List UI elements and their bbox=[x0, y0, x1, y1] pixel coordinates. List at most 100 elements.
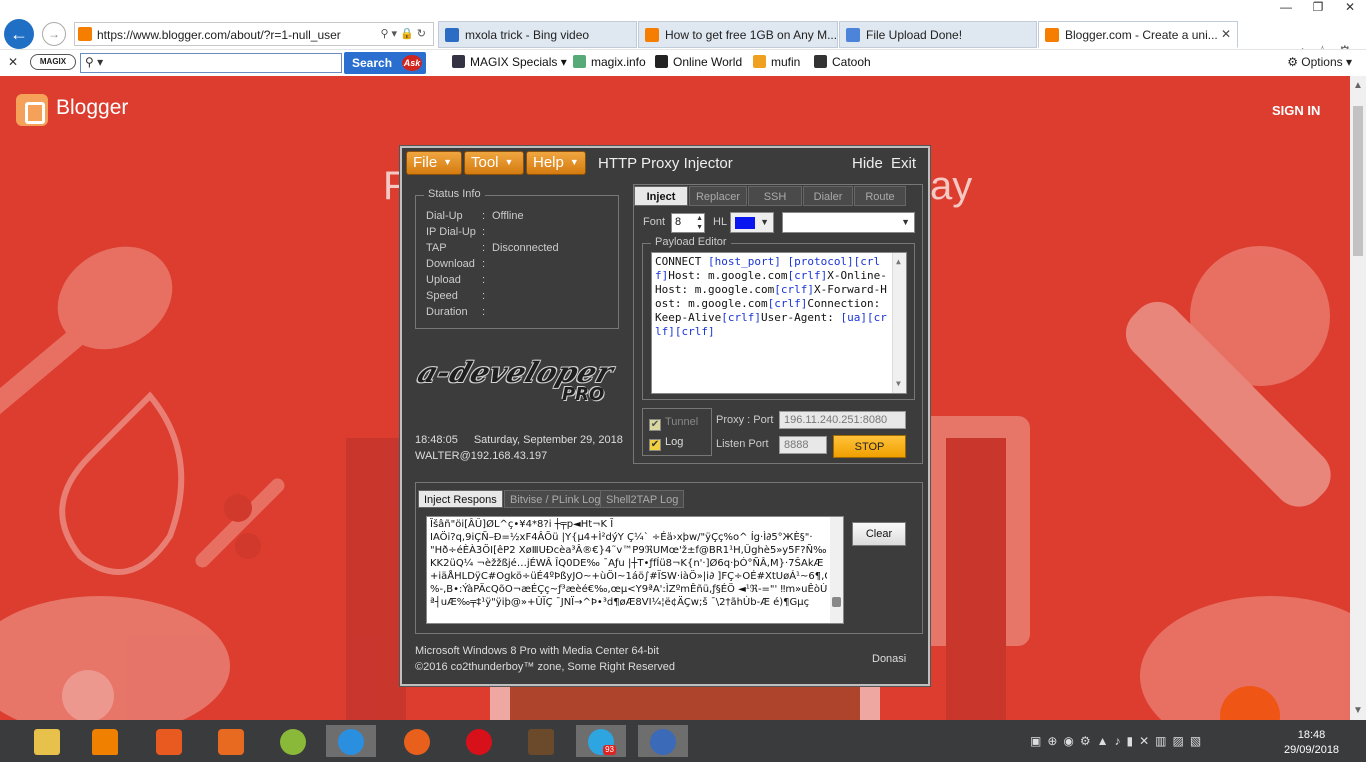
close-tab-icon[interactable]: ✕ bbox=[1221, 27, 1231, 41]
tab-replacer[interactable]: Replacer bbox=[689, 186, 747, 206]
status-info-title: Status Info bbox=[424, 188, 485, 200]
log-checkbox[interactable]: ✔ Log bbox=[649, 436, 683, 451]
sign-in-link[interactable]: SIGN IN bbox=[1272, 103, 1320, 118]
internet-explorer-icon[interactable] bbox=[326, 725, 376, 757]
catooh-link[interactable]: Catooh bbox=[814, 55, 871, 69]
opera-icon[interactable] bbox=[454, 725, 504, 757]
tab-inject-response[interactable]: Inject Respons bbox=[418, 490, 503, 508]
bing-icon bbox=[445, 28, 459, 42]
log-scrollbar[interactable] bbox=[830, 517, 843, 623]
tab-ssh[interactable]: SSH bbox=[748, 186, 802, 206]
scroll-up-icon[interactable]: ▲ bbox=[1353, 80, 1363, 91]
tab-inject[interactable]: Inject bbox=[634, 186, 688, 206]
scroll-thumb[interactable] bbox=[1353, 106, 1363, 256]
status-label: TAP bbox=[426, 242, 447, 254]
search-icon: ⚲ ▾ bbox=[85, 55, 104, 69]
exit-button[interactable]: Exit bbox=[891, 155, 916, 172]
browser-tab-1[interactable]: mxola trick - Bing video bbox=[438, 21, 637, 48]
tab-bitvise-log[interactable]: Bitvise / PLink Log bbox=[504, 490, 607, 508]
proxy-injector-icon[interactable] bbox=[638, 725, 688, 757]
window-controls: — ❐ ✕ bbox=[1270, 0, 1366, 18]
telegram-icon[interactable]: 93 bbox=[576, 725, 626, 757]
tunnel-checkbox[interactable]: ✔ Tunnel bbox=[649, 416, 698, 431]
address-url[interactable]: https://www.blogger.com/about/?r=1-null_… bbox=[97, 28, 357, 42]
stepper-arrows-icon[interactable]: ▲ ▼ bbox=[696, 214, 703, 232]
close-icon[interactable]: ✕ bbox=[1334, 0, 1366, 14]
capture-icon[interactable] bbox=[206, 725, 256, 757]
browser-tab-3[interactable]: File Upload Done! bbox=[839, 21, 1037, 48]
status-label: Download bbox=[426, 258, 475, 270]
vlc-icon[interactable] bbox=[80, 725, 130, 757]
clear-button[interactable]: Clear bbox=[852, 522, 906, 546]
payload-scrollbar[interactable]: ▲ ▼ bbox=[892, 253, 906, 393]
toolbar-search-input[interactable]: ⚲ ▾ bbox=[80, 53, 342, 73]
tool-menu[interactable]: Tool ▼ bbox=[464, 151, 524, 175]
tab-route[interactable]: Route bbox=[854, 186, 906, 206]
magix-info-link[interactable]: magix.info bbox=[573, 55, 646, 69]
color-swatch bbox=[735, 217, 755, 229]
link-label: magix.info bbox=[591, 55, 646, 69]
help-menu[interactable]: Help ▼ bbox=[526, 151, 586, 175]
magix-specials-link[interactable]: MAGIX Specials ▾ bbox=[452, 55, 567, 69]
address-bar[interactable]: https://www.blogger.com/about/?r=1-null_… bbox=[74, 22, 434, 46]
payload-editor[interactable]: CONNECT [host_port] [protocol][crlf]Host… bbox=[651, 252, 907, 394]
mufin-link[interactable]: mufin bbox=[753, 55, 800, 69]
blogger-logo-icon[interactable] bbox=[16, 94, 48, 126]
scroll-down-icon[interactable]: ▼ bbox=[1353, 705, 1363, 716]
status-value: Disconnected bbox=[492, 242, 559, 254]
listen-port-input[interactable]: 8888 bbox=[779, 436, 827, 454]
log-line: Ĭšâñ"öi[ÂÛ]ØL^ç•¥4*8?i ┼╤p◄Ht¬K Ĭ bbox=[430, 519, 614, 530]
donasi-link[interactable]: Donasi bbox=[872, 653, 906, 665]
online-world-link[interactable]: Online World bbox=[655, 55, 742, 69]
font-size-stepper[interactable]: 8 ▲ ▼ bbox=[671, 213, 705, 233]
chevron-down-icon: ▼ bbox=[901, 217, 910, 227]
proxy-port-input[interactable]: 196.11.240.251:8080 bbox=[779, 411, 906, 429]
highlight-color-select[interactable]: ▼ bbox=[730, 212, 774, 233]
scroll-thumb[interactable] bbox=[832, 597, 841, 607]
file-menu[interactable]: File ▼ bbox=[406, 151, 462, 175]
menu-label: Tool bbox=[471, 154, 499, 171]
blogger-brand[interactable]: Blogger bbox=[56, 96, 128, 120]
chevron-down-icon: ▼ bbox=[504, 157, 514, 167]
log-line: ª┤uÆ‰╤‡¹ÿ"ÿiþ@»+ÛÏÇ ¯JNÏ→^Þ•³d¶øÆ8VI¼¦ë¢… bbox=[430, 597, 810, 608]
tab-dialer[interactable]: Dialer bbox=[803, 186, 853, 206]
blogger-favicon-icon bbox=[78, 27, 92, 41]
status-info-panel: Status Info Dial-Up: Offline IP Dial-Up: … bbox=[415, 188, 619, 329]
hide-button[interactable]: Hide bbox=[852, 155, 883, 172]
taskbar-clock[interactable]: 18:48 29/09/2018 bbox=[1284, 728, 1339, 758]
status-row-dialup: Dial-Up: Offline bbox=[426, 210, 524, 222]
search-button-label: Search bbox=[352, 56, 393, 70]
maximize-icon[interactable]: ❐ bbox=[1302, 0, 1334, 14]
firefox-icon[interactable] bbox=[392, 725, 442, 757]
inject-response-log[interactable]: Ĭšâñ"öi[ÂÛ]ØL^ç•¥4*8?i ┼╤p◄Ht¬K Ĭ IAÖi?q… bbox=[426, 516, 844, 624]
back-button[interactable]: ← bbox=[4, 19, 34, 49]
system-tray-icons[interactable]: ▣⊕◉⚙▲♪▮✕▥▨▧ bbox=[1030, 734, 1207, 748]
navigation-row: ← → https://www.blogger.com/about/?r=1-n… bbox=[0, 18, 1366, 61]
page-scrollbar[interactable]: ▲ ▼ bbox=[1350, 76, 1366, 720]
status-value: Offline bbox=[492, 210, 524, 222]
payload-preset-select[interactable]: ▼ bbox=[782, 212, 915, 233]
browser-tab-2[interactable]: How to get free 1GB on Any M... bbox=[638, 21, 838, 48]
gta-game-icon[interactable] bbox=[516, 725, 566, 757]
scroll-down-icon[interactable]: ▼ bbox=[896, 377, 901, 391]
forward-button[interactable]: → bbox=[42, 22, 66, 46]
scroll-up-icon[interactable]: ▲ bbox=[896, 255, 901, 269]
close-toolbar-icon[interactable]: ✕ bbox=[8, 55, 18, 69]
tab-label: File Upload Done! bbox=[866, 28, 963, 42]
d-icon bbox=[846, 28, 860, 42]
status-row-upload: Upload: bbox=[426, 274, 486, 286]
chevron-down-icon: ▼ bbox=[569, 157, 579, 167]
magix-toolbar: ✕ MAGIX ⚲ ▾ Search Ask MAGIX Specials ▾ m… bbox=[0, 49, 1366, 75]
file-explorer-icon[interactable] bbox=[22, 725, 72, 757]
stop-button[interactable]: STOP bbox=[833, 435, 906, 458]
payload-keyword: [crlf] bbox=[787, 269, 828, 282]
address-controls-icon[interactable]: ⚲▾🔒↻ bbox=[381, 27, 430, 40]
screenshot-icon[interactable] bbox=[144, 725, 194, 757]
browser-tab-4[interactable]: Blogger.com - Create a uni... ✕ bbox=[1038, 21, 1238, 48]
tab-shell2tap-log[interactable]: Shell2TAP Log bbox=[600, 490, 685, 508]
fl-studio-icon[interactable] bbox=[268, 725, 318, 757]
options-menu[interactable]: ⚙ Options ▾ bbox=[1287, 55, 1352, 69]
listen-port-label: Listen Port bbox=[716, 438, 769, 450]
search-button[interactable]: Search Ask bbox=[344, 52, 426, 74]
minimize-icon[interactable]: — bbox=[1270, 0, 1302, 14]
